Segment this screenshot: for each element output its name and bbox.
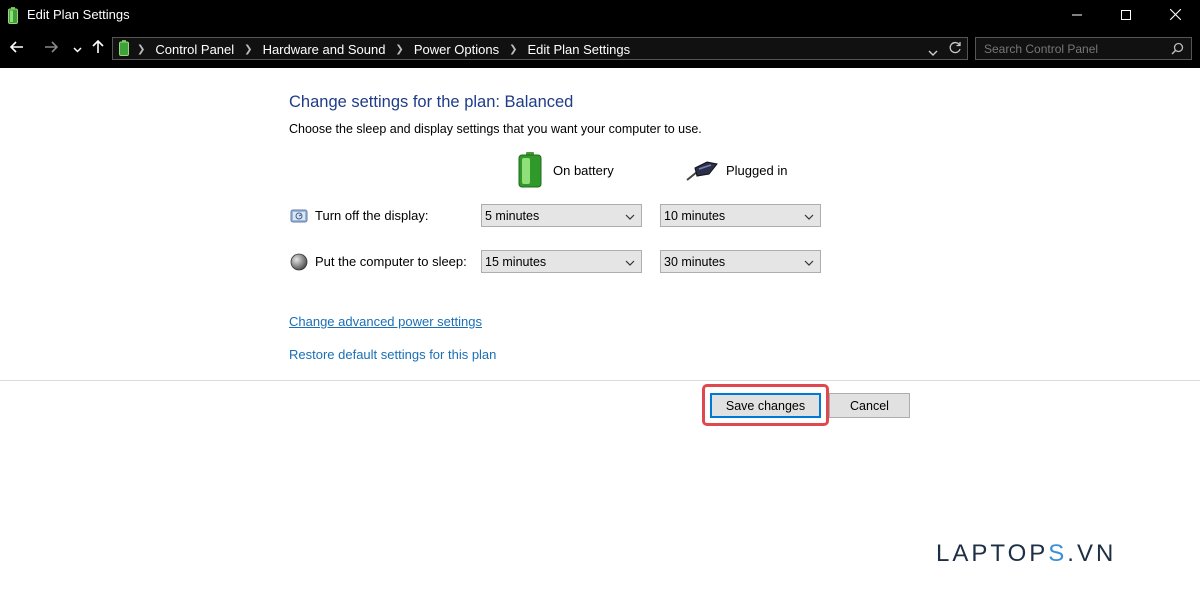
sleep-plugged-select[interactable]: 30 minutes bbox=[660, 250, 821, 273]
chevron-down-icon bbox=[625, 256, 635, 270]
close-icon bbox=[1169, 7, 1181, 25]
column-on-battery: On battery bbox=[553, 163, 614, 178]
chevron-down-icon bbox=[804, 256, 814, 270]
window-title: Edit Plan Settings bbox=[27, 7, 130, 22]
display-battery-value: 5 minutes bbox=[485, 209, 540, 223]
chevron-down-icon bbox=[625, 210, 635, 224]
chevron-down-icon bbox=[804, 210, 814, 224]
advanced-power-settings-link[interactable]: Change advanced power settings bbox=[289, 314, 482, 329]
search-icon[interactable] bbox=[1171, 42, 1184, 60]
search-box[interactable]: Search Control Panel bbox=[975, 37, 1192, 60]
battery-icon bbox=[518, 152, 542, 193]
display-row-label: Turn off the display: bbox=[315, 208, 429, 223]
breadcrumb: ❯ Control Panel ❯ Hardware and Sound ❯ P… bbox=[137, 42, 640, 57]
display-plugged-select[interactable]: 10 minutes bbox=[660, 204, 821, 227]
back-button[interactable] bbox=[6, 38, 28, 60]
restore-defaults-link[interactable]: Restore default settings for this plan bbox=[289, 347, 496, 362]
breadcrumb-separator-icon: ❯ bbox=[395, 44, 404, 55]
breadcrumb-separator-icon: ❯ bbox=[137, 44, 146, 55]
forward-arrow-icon bbox=[44, 40, 59, 58]
power-plug-icon bbox=[685, 160, 719, 187]
chevron-down-icon bbox=[72, 40, 82, 58]
sleep-plugged-value: 30 minutes bbox=[664, 255, 726, 269]
sleep-battery-value: 15 minutes bbox=[485, 255, 547, 269]
sleep-battery-select[interactable]: 15 minutes bbox=[481, 250, 642, 273]
save-button[interactable]: Save changes bbox=[710, 393, 821, 418]
breadcrumb-hardware-and-sound[interactable]: Hardware and Sound bbox=[263, 42, 386, 57]
display-icon bbox=[290, 207, 308, 230]
close-button[interactable] bbox=[1152, 0, 1198, 31]
column-plugged-in: Plugged in bbox=[726, 163, 788, 178]
control-panel-icon bbox=[119, 40, 129, 61]
back-arrow-icon bbox=[9, 40, 24, 58]
display-plugged-value: 10 minutes bbox=[664, 209, 726, 223]
address-bar[interactable]: ❯ Control Panel ❯ Hardware and Sound ❯ P… bbox=[112, 37, 968, 60]
navigation-bar: ❯ Control Panel ❯ Hardware and Sound ❯ P… bbox=[0, 31, 1200, 68]
breadcrumb-edit-plan-settings[interactable]: Edit Plan Settings bbox=[527, 42, 630, 57]
breadcrumb-separator-icon: ❯ bbox=[244, 44, 253, 55]
up-button[interactable] bbox=[87, 38, 109, 60]
battery-icon bbox=[8, 7, 18, 29]
breadcrumb-control-panel[interactable]: Control Panel bbox=[155, 42, 234, 57]
refresh-icon[interactable] bbox=[948, 41, 962, 60]
sleep-row-label: Put the computer to sleep: bbox=[315, 254, 467, 269]
breadcrumb-power-options[interactable]: Power Options bbox=[414, 42, 499, 57]
watermark-logo: LAPTOPS.VN bbox=[936, 540, 1116, 568]
maximize-button[interactable] bbox=[1103, 0, 1149, 31]
page-title: Change settings for the plan: Balanced bbox=[289, 93, 574, 111]
sleep-moon-icon bbox=[290, 253, 308, 276]
title-bar: Edit Plan Settings bbox=[0, 0, 1200, 31]
minimize-icon bbox=[1072, 7, 1082, 25]
maximize-icon bbox=[1121, 7, 1131, 25]
recent-locations-button[interactable] bbox=[66, 38, 88, 60]
watermark-accent: S bbox=[1048, 540, 1068, 567]
address-dropdown-icon[interactable] bbox=[928, 44, 938, 62]
page-subtitle: Choose the sleep and display settings th… bbox=[289, 122, 702, 136]
breadcrumb-separator-icon: ❯ bbox=[509, 44, 518, 55]
cancel-button[interactable]: Cancel bbox=[829, 393, 910, 418]
minimize-button[interactable] bbox=[1054, 0, 1100, 31]
search-input[interactable]: Search Control Panel bbox=[984, 42, 1098, 56]
watermark-text: LAPTOP bbox=[936, 540, 1049, 567]
divider bbox=[0, 380, 1200, 381]
forward-button[interactable] bbox=[40, 38, 62, 60]
display-battery-select[interactable]: 5 minutes bbox=[481, 204, 642, 227]
up-arrow-icon bbox=[92, 39, 104, 59]
watermark-domain: .VN bbox=[1067, 540, 1117, 567]
